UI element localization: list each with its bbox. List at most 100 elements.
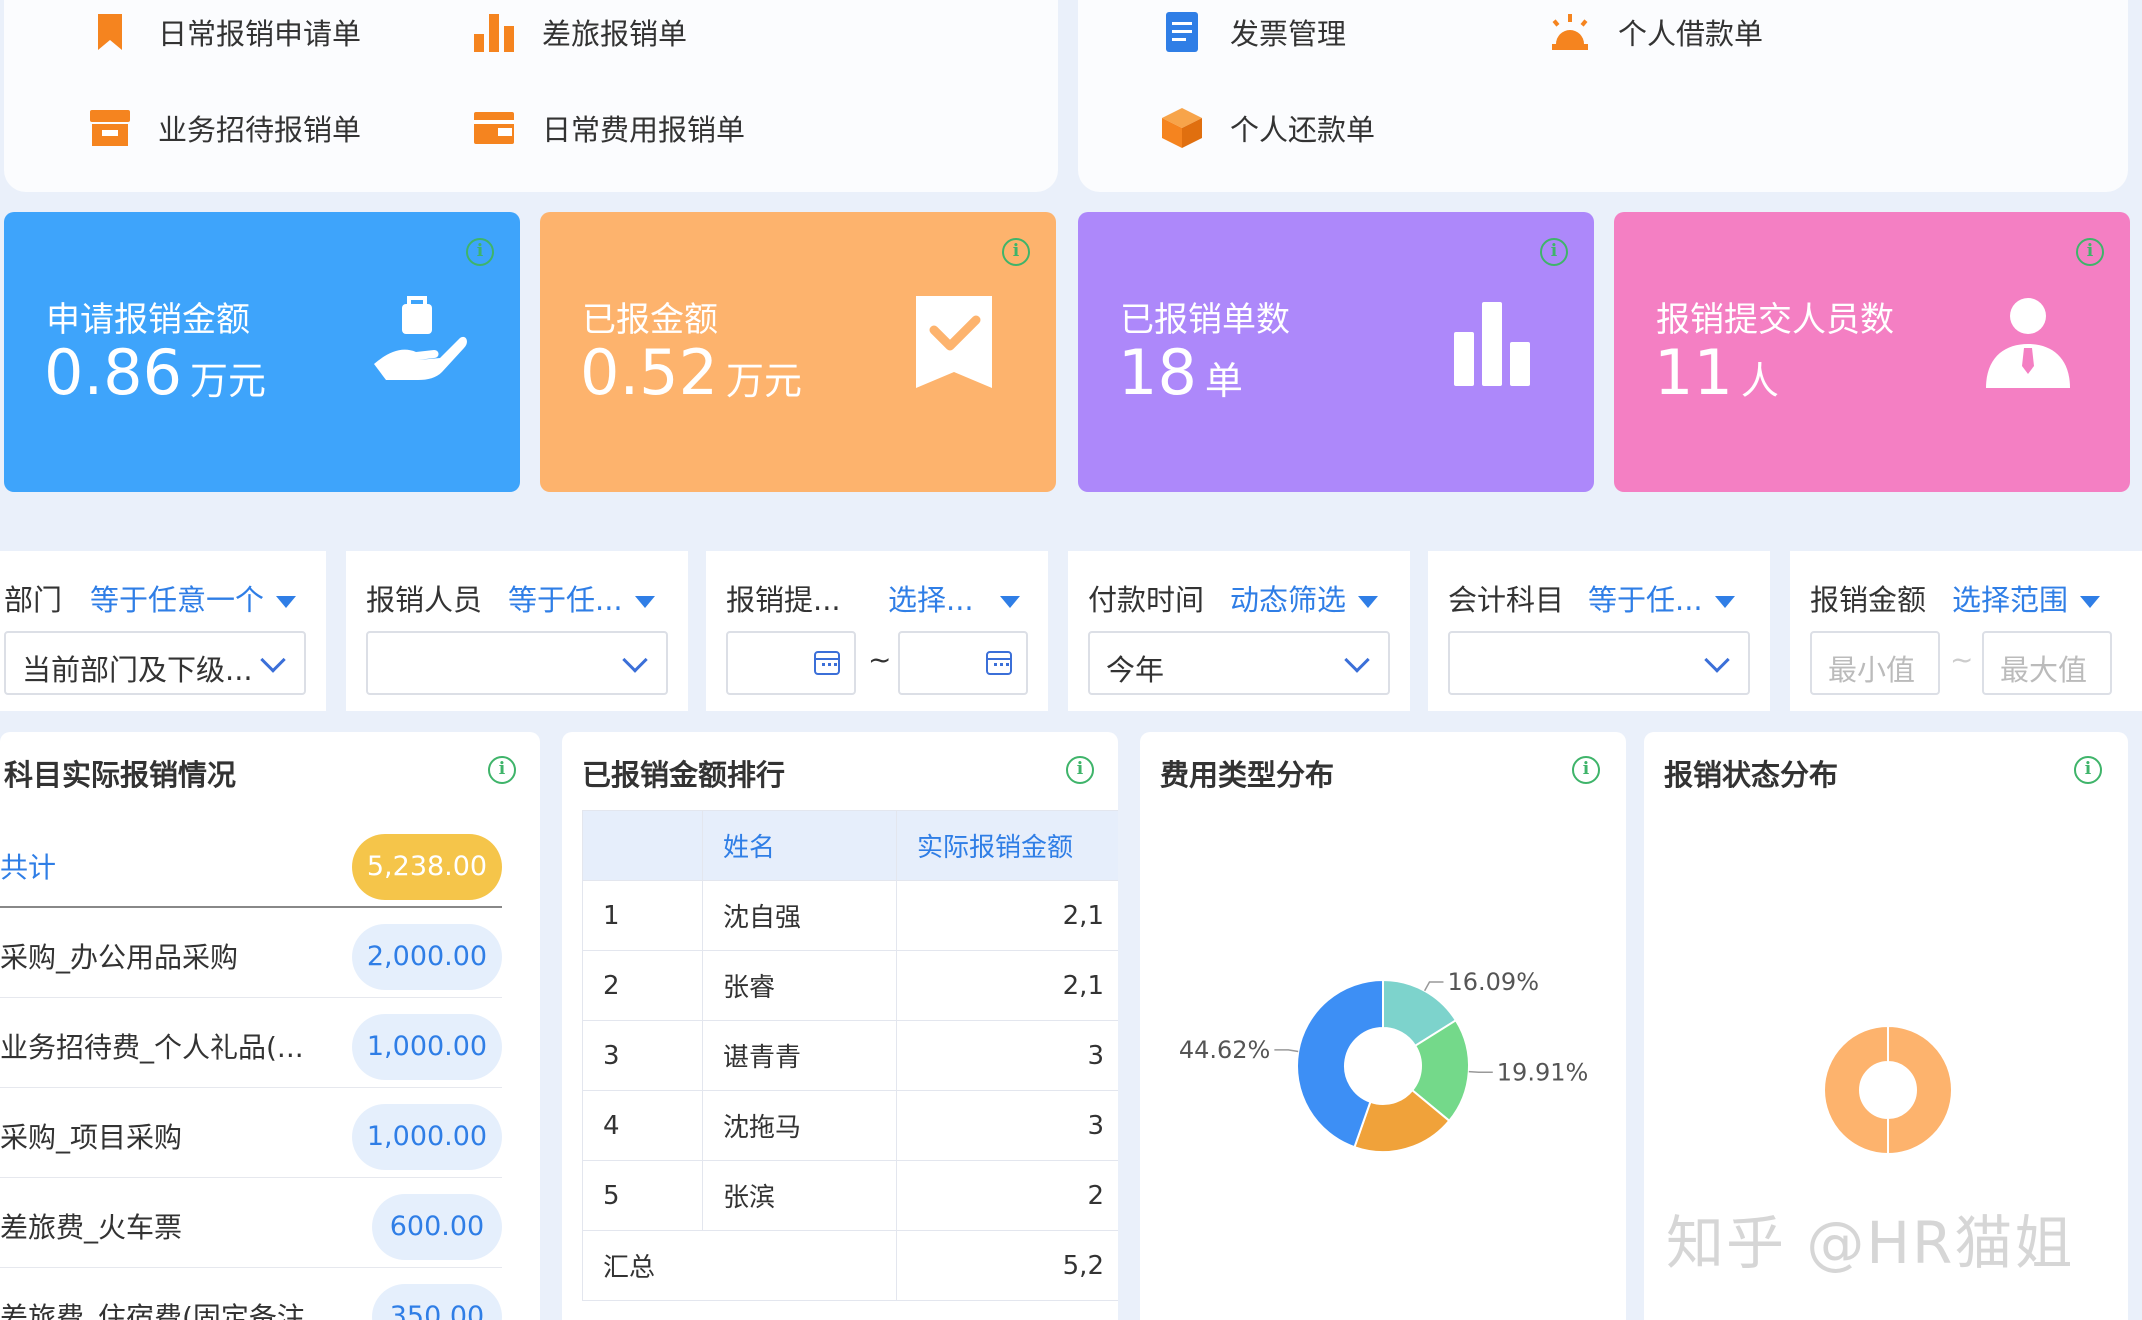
filter-operator[interactable]: 等于任... bbox=[1588, 577, 1735, 619]
amount-text: 3 bbox=[1087, 1040, 1104, 1071]
account-name: 业务招待费_个人礼品(... bbox=[0, 1031, 304, 1064]
range-separator: ~ bbox=[868, 643, 892, 676]
caret-down-icon bbox=[2080, 596, 2101, 608]
ql-daily-reimburse-request[interactable]: 日常报销申请单 bbox=[88, 10, 361, 54]
info-icon[interactable]: i bbox=[1540, 238, 1568, 266]
kpi-number: 0.86 bbox=[44, 336, 183, 409]
total-label: 共计 bbox=[0, 851, 57, 884]
kpi-value: 11 人 bbox=[1654, 342, 1779, 404]
account-name: 差旅费_火车票 bbox=[0, 1211, 183, 1244]
table-row[interactable]: 4 沈拖马 3 bbox=[582, 1090, 1118, 1161]
amount-text: 2,1 bbox=[1062, 970, 1104, 1001]
select-value: 当前部门及下级... bbox=[22, 653, 253, 687]
amount-cell: 2 bbox=[896, 1160, 1118, 1231]
donut-slice[interactable] bbox=[1823, 1024, 1953, 1156]
filter-operator[interactable]: 选择范围 bbox=[1952, 577, 2101, 619]
rank-cell: 5 bbox=[582, 1160, 703, 1231]
filter-reimburser: 报销人员 等于任... bbox=[346, 551, 688, 711]
ql-travel-reimburse[interactable]: 差旅报销单 bbox=[472, 10, 687, 54]
name-cell: 张滨 bbox=[702, 1160, 897, 1231]
watermark: 知乎 @HR猫姐 bbox=[1666, 1209, 2075, 1277]
max-amount-input[interactable]: 最大值 bbox=[1982, 631, 2112, 695]
name-cell: 沈拖马 bbox=[702, 1090, 897, 1161]
department-select[interactable]: 当前部门及下级... bbox=[4, 631, 306, 695]
table-row[interactable]: 3 谌青青 3 bbox=[582, 1020, 1118, 1091]
calendar-icon bbox=[986, 651, 1012, 675]
column-header-name[interactable]: 姓名 bbox=[702, 810, 897, 881]
start-date-input[interactable] bbox=[726, 631, 856, 695]
ql-personal-loan[interactable]: 个人借款单 bbox=[1548, 10, 1763, 54]
filter-label: 付款时间 bbox=[1088, 583, 1205, 617]
filter-operator[interactable]: 等于任... bbox=[508, 577, 655, 619]
filter-operator-text: 等于任意一个 bbox=[90, 583, 265, 617]
info-icon[interactable]: i bbox=[1066, 756, 1094, 784]
account-name: 采购_项目采购 bbox=[0, 1121, 183, 1154]
filter-operator[interactable]: 等于任意一个 bbox=[90, 577, 297, 619]
filter-operator[interactable]: 选择... bbox=[888, 577, 1020, 619]
summary-amount-cell: 5,2 bbox=[896, 1230, 1118, 1301]
account-name: 采购_办公用品采购 bbox=[0, 941, 239, 974]
filter-operator-text: 等于任... bbox=[508, 583, 623, 617]
kpi-card-submitter-count: i 报销提交人员数 11 人 bbox=[1614, 212, 2130, 492]
chevron-down-icon bbox=[1704, 647, 1730, 673]
ql-daily-expense-reimburse[interactable]: 日常费用报销单 bbox=[472, 106, 745, 150]
column-header-amount[interactable]: 实际报销金额 bbox=[896, 810, 1118, 881]
quick-links-panel-right: 发票管理 个人借款单 个人还款单 bbox=[1078, 0, 2128, 192]
account-row[interactable]: 业务招待费_个人礼品(... 1,000.00 bbox=[0, 998, 502, 1088]
account-row[interactable]: 采购_办公用品采购 2,000.00 bbox=[0, 908, 502, 998]
ql-business-entertain-reimburse[interactable]: 业务招待报销单 bbox=[88, 106, 361, 150]
payment-time-select[interactable]: 今年 bbox=[1088, 631, 1390, 695]
filter-operator-text: 等于任... bbox=[1588, 583, 1703, 617]
filter-operator-text: 动态筛选 bbox=[1230, 583, 1347, 617]
kpi-card-reimbursed-count: i 已报销单数 18 单 bbox=[1078, 212, 1594, 492]
amount-cell: 2,1 bbox=[896, 950, 1118, 1021]
slice-label: 16.09% bbox=[1447, 968, 1539, 996]
table-row[interactable]: 1 沈自强 2,1 bbox=[582, 880, 1118, 951]
filter-label: 报销提... bbox=[726, 583, 841, 617]
table-row[interactable]: 5 张滨 2 bbox=[582, 1160, 1118, 1231]
account-value-pill: 1,000.00 bbox=[352, 1014, 502, 1080]
account-row[interactable]: 采购_项目采购 1,000.00 bbox=[0, 1088, 502, 1178]
slice-label: 44.62% bbox=[1179, 1036, 1271, 1064]
filter-operator[interactable]: 动态筛选 bbox=[1230, 577, 1379, 619]
expense-type-panel: 费用类型分布 i 16.09% 19.91% 44.62% bbox=[1140, 732, 1626, 1320]
filter-label: 会计科目 bbox=[1448, 583, 1565, 617]
kpi-unit: 万元 bbox=[190, 359, 267, 403]
amount-text: 5,2 bbox=[1062, 1250, 1104, 1281]
bar-chart-icon bbox=[472, 10, 516, 54]
accounts-panel: 科目实际报销情况 i 共计 5,238.00 采购_办公用品采购 2,000.0… bbox=[0, 732, 540, 1320]
ql-invoice-management[interactable]: 发票管理 bbox=[1160, 10, 1346, 54]
min-amount-input[interactable]: 最小值 bbox=[1810, 631, 1940, 695]
info-icon[interactable]: i bbox=[488, 756, 516, 784]
amount-text: 2,1 bbox=[1062, 900, 1104, 931]
info-icon[interactable]: i bbox=[466, 238, 494, 266]
summary-label: 汇总 bbox=[582, 1230, 897, 1301]
ql-personal-repayment[interactable]: 个人还款单 bbox=[1160, 106, 1375, 150]
panel-title: 已报销金额排行 bbox=[582, 758, 786, 792]
ranking-panel: 已报销金额排行 i 姓名 实际报销金额 1 沈自强 2,1 2 张睿 2,1 3… bbox=[562, 732, 1118, 1320]
account-row[interactable]: 差旅费_火车票 600.00 bbox=[0, 1178, 502, 1268]
end-date-input[interactable] bbox=[898, 631, 1028, 695]
label-leader-line bbox=[1468, 1070, 1493, 1074]
table-row[interactable]: 2 张睿 2,1 bbox=[582, 950, 1118, 1021]
kpi-number: 0.52 bbox=[580, 336, 719, 409]
filter-label: 部门 bbox=[4, 583, 63, 617]
account-row[interactable]: 差旅费_住宿费(固定备注... 350.00 bbox=[0, 1268, 502, 1320]
caret-down-icon bbox=[276, 596, 297, 608]
kpi-card-applied-amount: i 申请报销金额 0.86 万元 bbox=[4, 212, 520, 492]
account-name: 差旅费_住宿费(固定备注... bbox=[0, 1301, 332, 1320]
kpi-value: 0.52 万元 bbox=[580, 342, 802, 404]
check-badge-icon bbox=[904, 292, 1004, 392]
info-icon[interactable]: i bbox=[2076, 238, 2104, 266]
kpi-title: 已报销单数 bbox=[1120, 300, 1290, 340]
caret-down-icon bbox=[1714, 596, 1735, 608]
reimburser-select[interactable] bbox=[366, 631, 668, 695]
quick-links-panel-left: 日常报销申请单 差旅报销单 业务招待报销单 日常费用报销单 bbox=[4, 0, 1058, 192]
info-icon[interactable]: i bbox=[1002, 238, 1030, 266]
total-row[interactable]: 共计 5,238.00 bbox=[0, 818, 502, 908]
account-subject-select[interactable] bbox=[1448, 631, 1750, 695]
panel-title: 科目实际报销情况 bbox=[4, 758, 237, 792]
expense-type-donut-chart: 16.09% 19.91% 44.62% bbox=[1179, 968, 1588, 1153]
summary-row: 汇总 5,2 bbox=[582, 1230, 1118, 1301]
kpi-number: 11 bbox=[1654, 336, 1733, 409]
